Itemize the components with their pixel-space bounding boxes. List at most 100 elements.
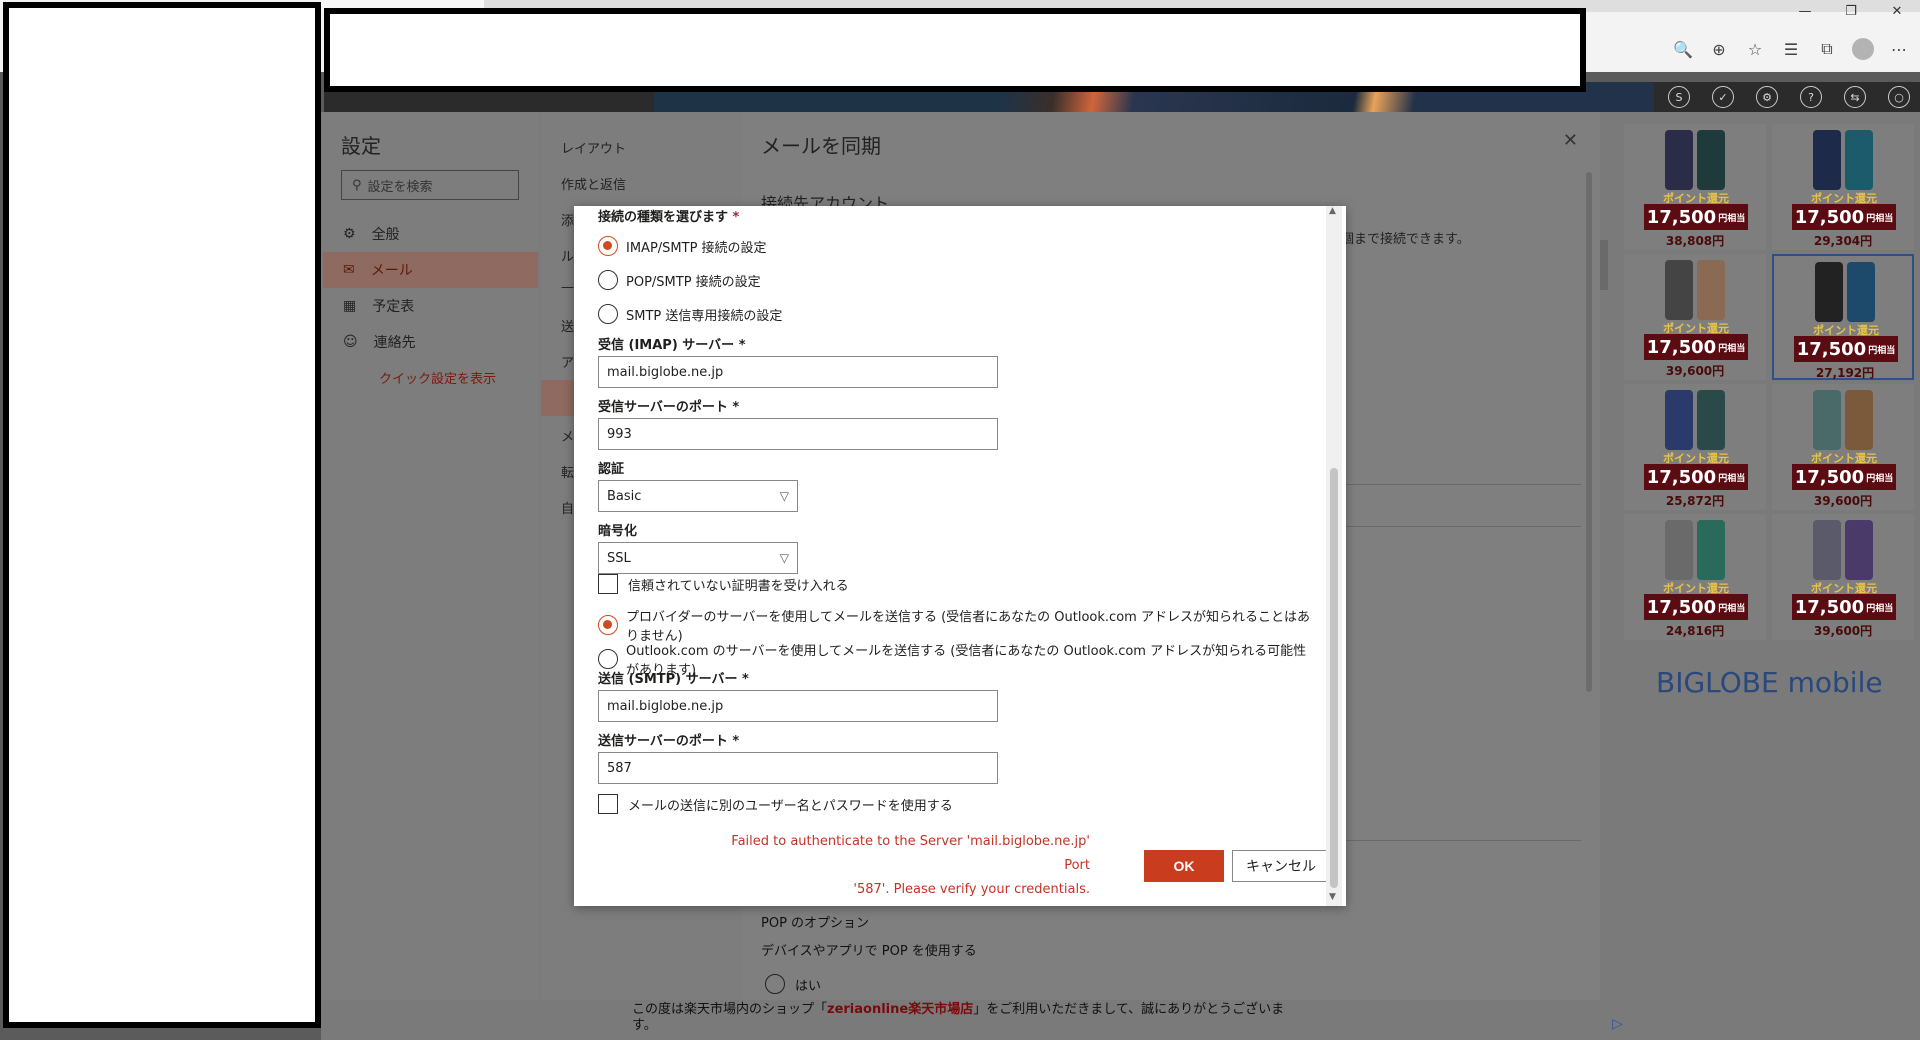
todo-icon[interactable]: ✓ (1712, 86, 1734, 108)
radio-icon (765, 974, 785, 994)
pop-yes-label: はい (795, 978, 822, 994)
favorites-list-icon[interactable]: ☰ (1780, 38, 1802, 60)
ad-badge-title: ポイント還元 (1811, 192, 1877, 205)
scroll-down-icon[interactable]: ▼ (1329, 892, 1336, 902)
favorite-star-icon[interactable]: ☆ (1744, 38, 1766, 60)
checkbox-label: 信頼されていない証明書を受け入れる (628, 578, 849, 594)
radio-checked-icon (598, 615, 618, 635)
pop-yes-radio[interactable]: はい (765, 974, 821, 994)
ad-price: 39,600円 (1665, 364, 1725, 378)
ad-card[interactable]: ポイント還元 17,500 円相当 39,600円 (1772, 514, 1914, 640)
subnav-rules[interactable]: ル (561, 246, 574, 265)
radio-label: プロバイダーのサーバーを使用してメールを送信する (受信者にあなたの Outlo… (626, 610, 1310, 644)
ad-price: 25,872円 (1665, 494, 1725, 508)
feedback-icon[interactable]: ⇆ (1844, 86, 1866, 108)
subnav-accounts[interactable]: ア (561, 352, 574, 371)
nav-mail[interactable]: ✉ メール (323, 252, 538, 288)
ad-card[interactable]: ポイント還元 17,500 円相当 39,600円 (1624, 254, 1766, 380)
more-menu-icon[interactable]: ⋯ (1888, 38, 1910, 60)
dialog-scrollbar[interactable]: ▲ ▼ (1326, 206, 1342, 906)
restore-icon[interactable]: ❐ (1828, 0, 1874, 22)
settings-gear-icon[interactable]: ⚙ (1756, 86, 1778, 108)
incoming-port-input[interactable] (598, 418, 998, 450)
radio-smtp-only[interactable]: SMTP 送信専用接続の設定 (598, 304, 782, 324)
ad-price: 29,304円 (1813, 234, 1873, 248)
subnav-compose[interactable]: 作成と返信 (561, 174, 626, 193)
ad-info-icon[interactable]: ▷ (1612, 1016, 1623, 1032)
ad-badge: 17,500 円相当 (1794, 336, 1898, 362)
nav-label: 予定表 (372, 299, 415, 315)
ad-badge-unit: 円相当 (1866, 603, 1894, 614)
incoming-server-label: 受信 (IMAP) サーバー * (598, 338, 746, 353)
connected-accounts-text: 個まで接続できます。 (1341, 232, 1470, 247)
encryption-select[interactable]: SSL ▽ (598, 542, 798, 574)
subnav-auto[interactable]: 自 (561, 498, 574, 517)
connection-type-text: 接続の種類を選びます (598, 210, 729, 225)
scroll-up-icon[interactable]: ▲ (1329, 206, 1336, 216)
ad-badge-title: ポイント還元 (1663, 582, 1729, 595)
encryption-label: 暗号化 (598, 524, 638, 539)
ad-badge-amount: 17,500 (1646, 596, 1717, 618)
radio-label: SMTP 送信専用接続の設定 (626, 308, 783, 324)
radio-provider-server[interactable]: プロバイダーのサーバーを使用してメールを送信する (受信者にあなたの Outlo… (598, 606, 1318, 644)
ad-badge: 17,500 円相当 (1792, 594, 1896, 620)
close-window-icon[interactable]: ✕ (1874, 0, 1920, 22)
help-icon[interactable]: ? (1800, 86, 1822, 108)
subnav-forwarding[interactable]: 転 (561, 462, 574, 481)
footer-text-before: この度は楽天市場内のショップ「 (632, 1002, 828, 1017)
nav-general[interactable]: ⚙ 全般 (323, 216, 538, 252)
ad-badge: 17,500 円相当 (1644, 464, 1748, 490)
key-icon[interactable]: 🔍 (1672, 38, 1694, 60)
radio-label: IMAP/SMTP 接続の設定 (626, 240, 767, 256)
window-controls: — ❐ ✕ (1782, 0, 1920, 22)
subnav-attachments[interactable]: 添 (561, 210, 574, 229)
untrusted-cert-checkbox[interactable]: 信頼されていない証明書を受け入れる (598, 574, 849, 594)
ok-button[interactable]: OK (1144, 850, 1224, 882)
ad-card[interactable]: ポイント還元 17,500 円相当 24,816円 (1624, 514, 1766, 640)
phone-image (1798, 520, 1888, 580)
outgoing-port-input[interactable] (598, 752, 998, 784)
auth-label: 認証 (598, 462, 625, 477)
ad-card[interactable]: ポイント還元 17,500 円相当 39,600円 (1772, 384, 1914, 510)
nav-calendar[interactable]: ▦ 予定表 (323, 288, 538, 324)
zoom-icon[interactable]: ⊕ (1708, 38, 1730, 60)
panel-scrollbar[interactable] (1586, 172, 1592, 692)
ad-card[interactable]: ポイント還元 17,500 円相当 25,872円 (1624, 384, 1766, 510)
radio-pop-smtp[interactable]: POP/SMTP 接続の設定 (598, 270, 761, 290)
ad-scrollbar[interactable] (1600, 240, 1608, 290)
account-icon[interactable]: ○ (1888, 86, 1910, 108)
subnav-send[interactable]: 送 (561, 316, 574, 335)
required-mark: * (732, 210, 740, 225)
radio-imap-smtp[interactable]: IMAP/SMTP 接続の設定 (598, 236, 767, 256)
biglobe-logo[interactable]: BIGLOBE mobile (1656, 666, 1883, 699)
outgoing-server-input[interactable] (598, 690, 998, 722)
collections-icon[interactable]: ⧉ (1816, 38, 1838, 60)
minimize-icon[interactable]: — (1782, 0, 1828, 22)
ad-badge-title: ポイント還元 (1811, 582, 1877, 595)
ad-card[interactable]: ポイント還元 17,500 円相当 29,304円 (1772, 124, 1914, 250)
ad-badge: 17,500 円相当 (1644, 334, 1748, 360)
settings-search-input[interactable]: ⚲ 設定を検索 (341, 170, 519, 200)
auth-select[interactable]: Basic ▽ (598, 480, 798, 512)
ad-badge: 17,500 円相当 (1792, 464, 1896, 490)
incoming-server-input[interactable] (598, 356, 998, 388)
cancel-button[interactable]: キャンセル (1232, 850, 1330, 882)
skype-icon[interactable]: S (1668, 86, 1690, 108)
ad-badge-amount: 17,500 (1794, 206, 1865, 228)
quick-settings-link[interactable]: クイック設定を表示 (379, 368, 496, 387)
ad-card[interactable]: ポイント還元 17,500 円相当 38,808円 (1624, 124, 1766, 250)
auth-select-value: Basic (607, 488, 642, 504)
profile-avatar[interactable] (1852, 38, 1874, 60)
ad-badge-title: ポイント還元 (1663, 322, 1729, 335)
encryption-select-value: SSL (607, 550, 631, 566)
browser-toolbar: 🔍 ⊕ ☆ ☰ ⧉ ⋯ (1672, 38, 1910, 60)
subnav-message[interactable]: メ (561, 426, 574, 445)
ad-card[interactable]: ポイント還元 17,500 円相当 27,192円 (1772, 254, 1914, 380)
redacted-region (3, 2, 321, 1028)
incoming-port-label: 受信サーバーのポート * (598, 400, 740, 415)
subnav-layout[interactable]: レイアウト (561, 138, 626, 157)
close-icon[interactable]: ✕ (1563, 130, 1578, 151)
separate-credentials-checkbox[interactable]: メールの送信に別のユーザー名とパスワードを使用する (598, 794, 953, 814)
scrollbar-thumb[interactable] (1330, 468, 1338, 888)
nav-contacts[interactable]: ☺ 連絡先 (323, 324, 538, 360)
